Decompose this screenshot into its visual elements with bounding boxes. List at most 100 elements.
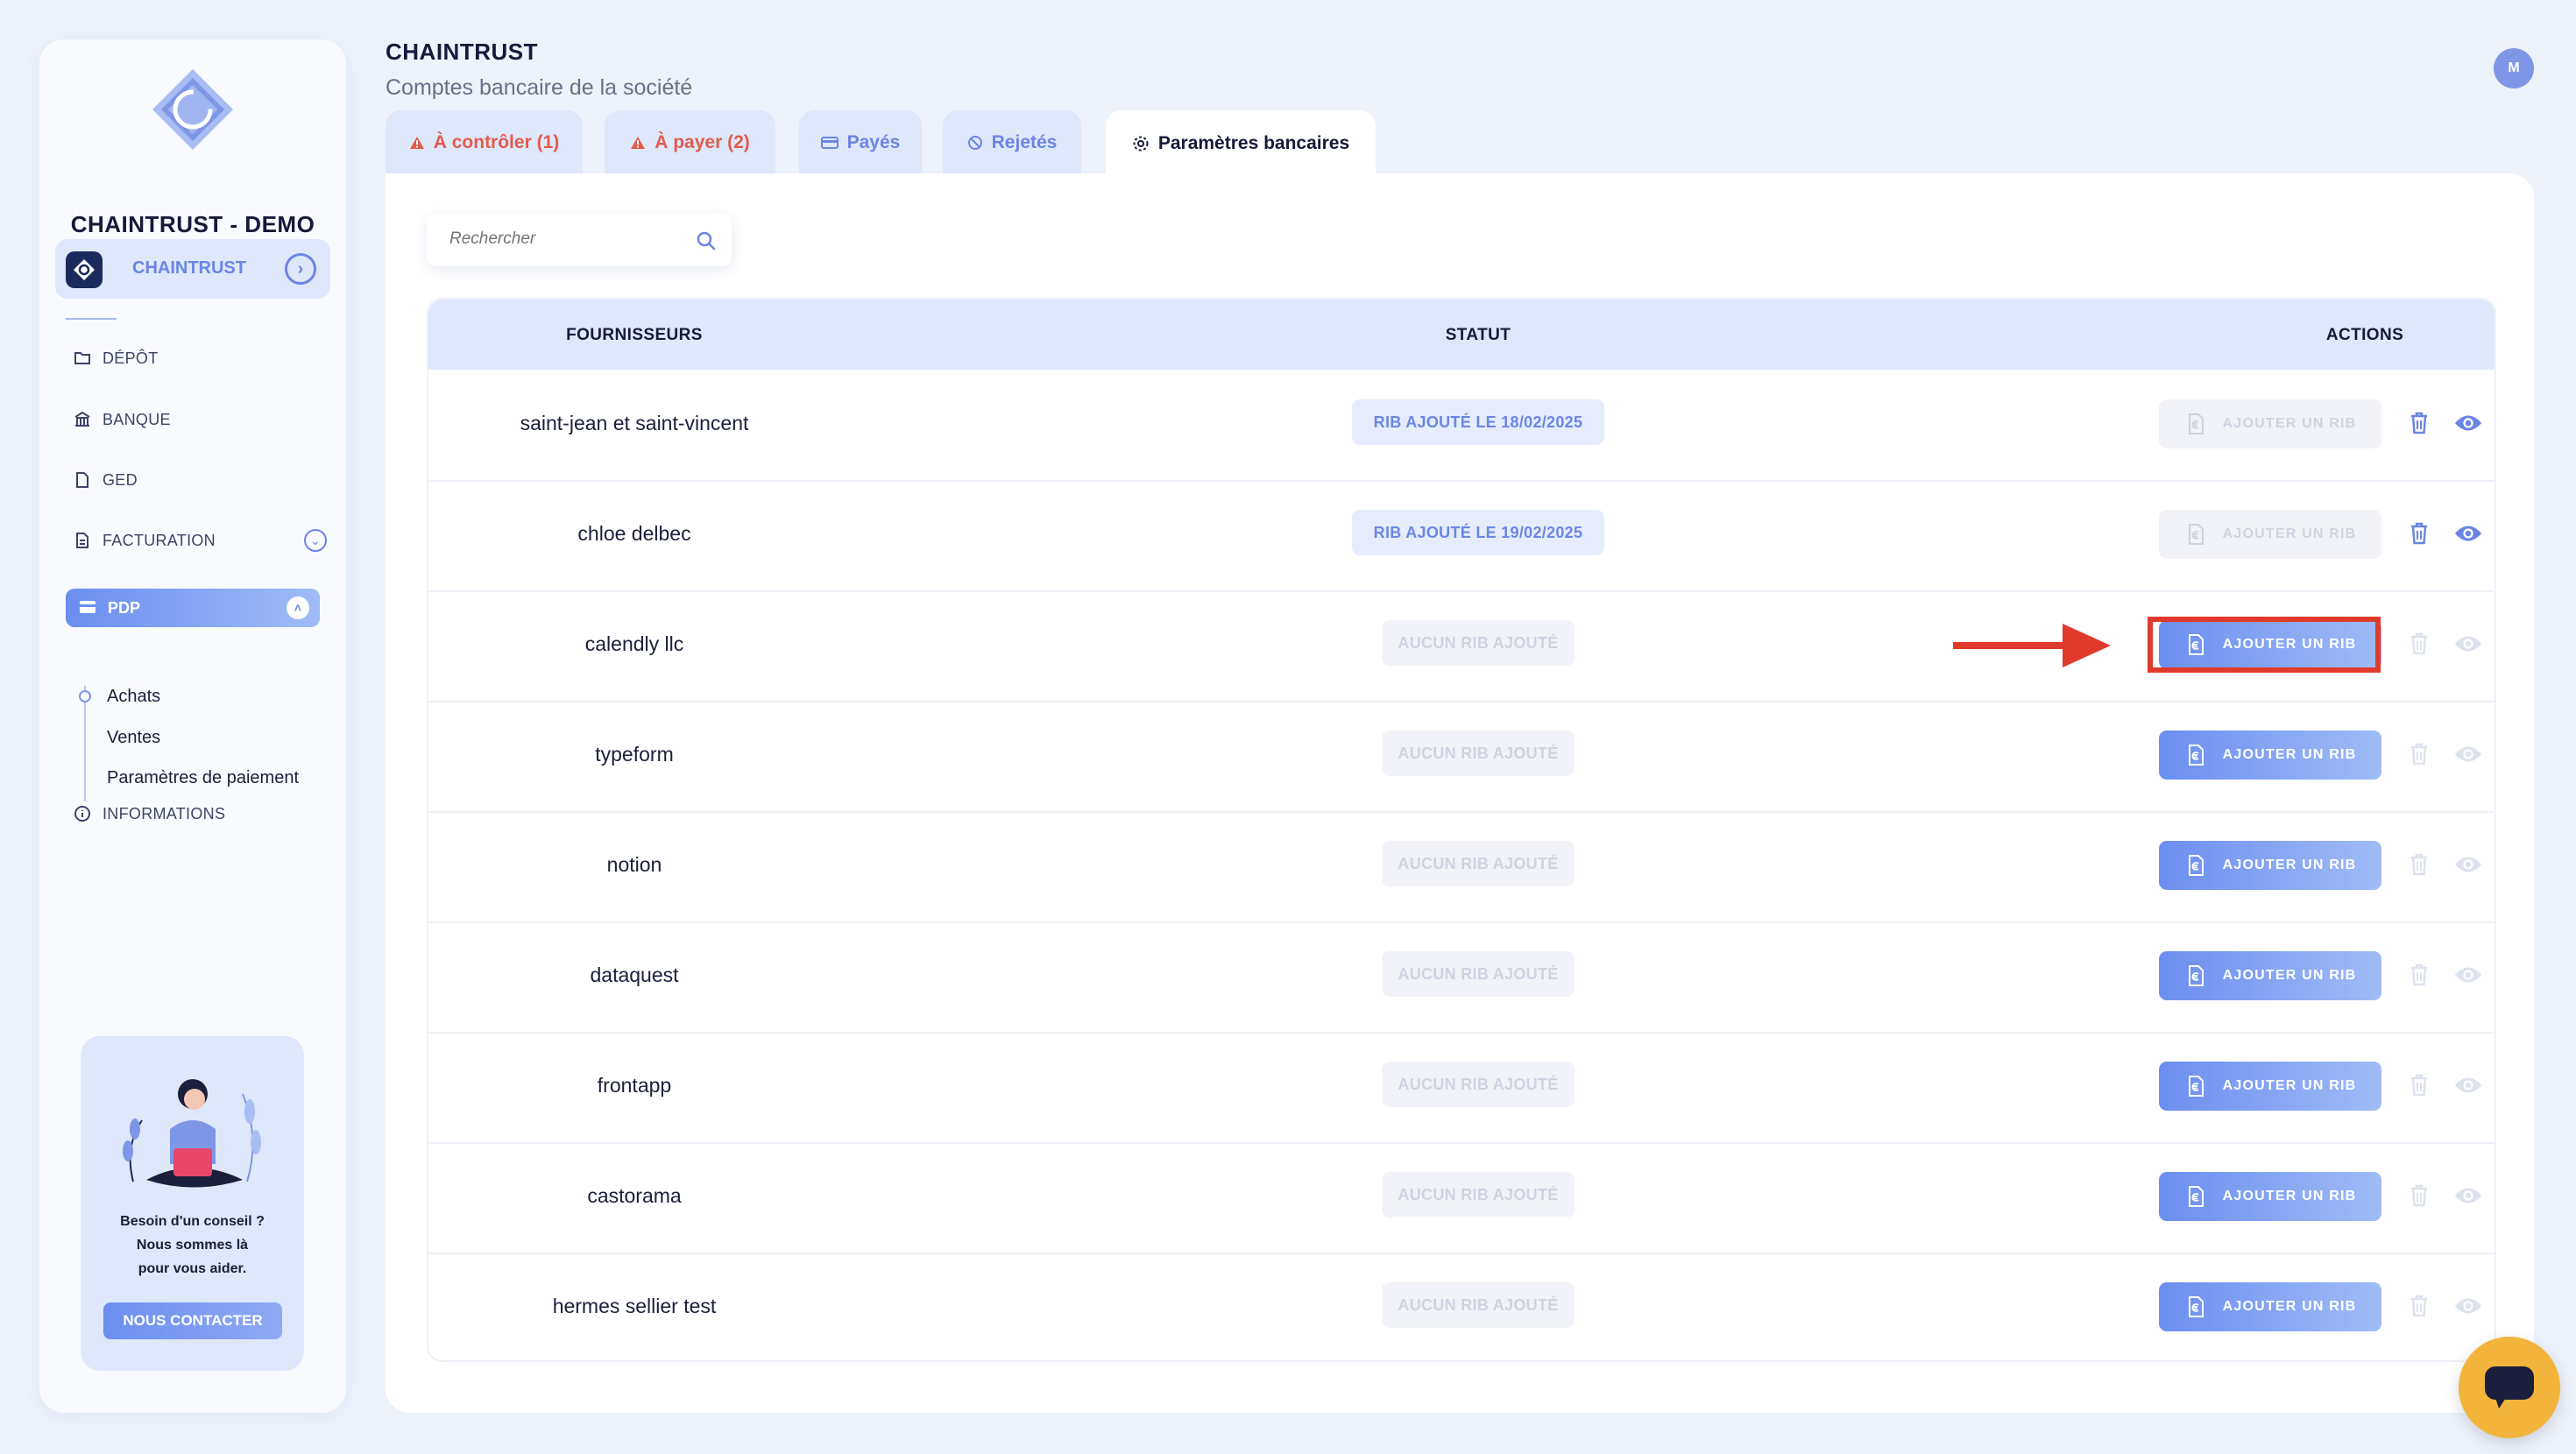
sidebar-item-facturation[interactable]: FACTURATION ⌄ — [73, 523, 327, 558]
eye-icon[interactable] — [2453, 739, 2483, 769]
table-row: saint-jean et saint-vincent RIB AJOUTÉ LE… — [428, 371, 2495, 482]
search-icon[interactable] — [695, 229, 718, 252]
add-rib-button[interactable]: AJOUTER UN RIB — [2159, 1282, 2381, 1331]
table-row: hermes sellier test AUCUN RIB AJOUTÉ AJOUT… — [428, 1254, 2495, 1360]
chevron-right-icon[interactable]: › — [285, 253, 316, 285]
help-card: Besoin d'un conseil ? Nous sommes là pou… — [81, 1036, 304, 1371]
eye-icon[interactable] — [2453, 850, 2483, 879]
tab-label: Paramètres bancaires — [1157, 133, 1350, 153]
sidebar-divider — [66, 318, 117, 320]
table-row: notion AUCUN RIB AJOUTÉ AJOUTER UN RIB — [428, 813, 2495, 923]
warning-icon — [409, 136, 425, 150]
trash-icon[interactable] — [2404, 1291, 2434, 1321]
sidebar-item-informations[interactable]: INFORMATIONS — [73, 796, 327, 831]
add-rib-label: AJOUTER UN RIB — [2222, 968, 2357, 983]
status-badge: AUCUN RIB AJOUTÉ — [1382, 620, 1575, 666]
euro-document-icon — [2188, 413, 2204, 434]
add-rib-button[interactable]: AJOUTER UN RIB — [2159, 1172, 2381, 1221]
gear-icon — [1132, 135, 1150, 152]
status-badge: AUCUN RIB AJOUTÉ — [1382, 1282, 1575, 1328]
euro-document-icon — [2188, 1296, 2204, 1317]
euro-document-icon — [2188, 634, 2204, 655]
supplier-name: calendly llc — [584, 632, 684, 655]
supplier-name: frontapp — [597, 1074, 672, 1097]
add-rib-button: AJOUTER UN RIB — [2159, 510, 2381, 559]
table-row: frontapp AUCUN RIB AJOUTÉ AJOUTER UN RIB — [428, 1034, 2495, 1144]
search-box[interactable] — [427, 214, 732, 266]
sidebar-item-banque[interactable]: BANQUE — [73, 402, 327, 437]
company-switcher[interactable]: CHAINTRUST › — [55, 239, 330, 299]
eye-icon[interactable] — [2453, 629, 2483, 659]
euro-document-icon — [2188, 745, 2204, 766]
euro-document-icon — [2188, 1186, 2204, 1207]
subnav-line — [84, 686, 86, 801]
sidebar-item-label: INFORMATIONS — [103, 804, 226, 822]
tab-rejetes[interactable]: Rejetés — [943, 110, 1081, 175]
card-icon — [820, 136, 839, 150]
tab-parametres-bancaires[interactable]: Paramètres bancaires — [1106, 110, 1376, 177]
header-statut: STATUT — [1445, 326, 1511, 344]
tab-a-controler[interactable]: À contrôler (1) — [386, 110, 583, 175]
trash-icon[interactable] — [2404, 519, 2434, 548]
table-header: FOURNISSEURS STATUT ACTIONS — [428, 300, 2495, 370]
add-rib-label: AJOUTER UN RIB — [2222, 1189, 2357, 1203]
subnav-achats[interactable]: Achats — [107, 687, 160, 707]
sidebar-item-depot[interactable]: DÉPÔT — [73, 341, 327, 376]
status-badge: AUCUN RIB AJOUTÉ — [1382, 1172, 1575, 1218]
trash-icon[interactable] — [2404, 408, 2434, 438]
eye-icon[interactable] — [2453, 1070, 2483, 1100]
sidebar-item-label: DÉPÔT — [103, 349, 159, 367]
chat-button[interactable] — [2459, 1337, 2560, 1438]
add-rib-button[interactable]: AJOUTER UN RIB — [2159, 731, 2381, 780]
add-rib-button[interactable]: AJOUTER UN RIB — [2159, 1062, 2381, 1111]
table-row: castorama AUCUN RIB AJOUTÉ AJOUTER UN RIB — [428, 1144, 2495, 1254]
table-row: chloe delbec RIB AJOUTÉ LE 19/02/2025 AJOU… — [428, 482, 2495, 592]
add-rib-label: AJOUTER UN RIB — [2222, 526, 2357, 541]
bank-icon — [73, 410, 92, 429]
help-line-3: pour vous aider. — [138, 1261, 247, 1276]
document-icon — [73, 470, 92, 490]
tab-payes[interactable]: Payés — [799, 110, 922, 175]
chevron-up-icon[interactable]: ˄ — [287, 596, 309, 619]
add-rib-label: AJOUTER UN RIB — [2222, 747, 2357, 762]
sidebar-item-label: PDP — [108, 598, 141, 617]
trash-icon[interactable] — [2404, 850, 2434, 879]
trash-icon[interactable] — [2404, 739, 2434, 769]
add-rib-label: AJOUTER UN RIB — [2222, 1299, 2357, 1314]
sidebar-item-ged[interactable]: GED — [73, 462, 327, 498]
eye-icon[interactable] — [2453, 1181, 2483, 1210]
eye-icon[interactable] — [2453, 519, 2483, 548]
sidebar-item-label: GED — [103, 470, 138, 489]
subnav-parametres-paiement[interactable]: Paramètres de paiement — [107, 768, 299, 788]
eye-icon[interactable] — [2453, 1291, 2483, 1321]
contact-button[interactable]: NOUS CONTACTER — [103, 1302, 282, 1339]
tab-a-payer[interactable]: À payer (2) — [605, 110, 775, 175]
trash-icon[interactable] — [2404, 1070, 2434, 1100]
add-rib-button[interactable]: AJOUTER UN RIB — [2159, 620, 2381, 669]
trash-icon[interactable] — [2404, 629, 2434, 659]
trash-icon[interactable] — [2404, 960, 2434, 990]
sidebar-item-label: BANQUE — [103, 410, 171, 428]
status-badge: AUCUN RIB AJOUTÉ — [1382, 1062, 1575, 1107]
search-input[interactable] — [449, 229, 686, 249]
company-icon — [66, 251, 103, 288]
trash-icon[interactable] — [2404, 1181, 2434, 1210]
eye-icon[interactable] — [2453, 408, 2483, 438]
help-line-2: Nous sommes là — [136, 1238, 249, 1253]
header-actions: ACTIONS — [2325, 326, 2404, 344]
table-row: dataquest AUCUN RIB AJOUTÉ AJOUTER UN RIB — [428, 923, 2495, 1034]
subnav-ventes[interactable]: Ventes — [107, 728, 160, 748]
eye-icon[interactable] — [2453, 960, 2483, 990]
add-rib-button[interactable]: AJOUTER UN RIB — [2159, 951, 2381, 1000]
add-rib-label: AJOUTER UN RIB — [2222, 637, 2357, 652]
chevron-down-icon[interactable]: ⌄ — [304, 529, 327, 552]
invoice-icon — [73, 531, 92, 550]
supplier-name: dataquest — [590, 963, 679, 986]
company-name: CHAINTRUST - DEMO — [70, 211, 315, 237]
tab-label: Payés — [846, 132, 901, 152]
sidebar-item-pdp[interactable]: PDP ˄ — [66, 589, 320, 627]
euro-document-icon — [2188, 524, 2204, 545]
avatar[interactable]: M — [2494, 48, 2534, 88]
chat-icon — [2485, 1366, 2534, 1408]
add-rib-button[interactable]: AJOUTER UN RIB — [2159, 841, 2381, 890]
